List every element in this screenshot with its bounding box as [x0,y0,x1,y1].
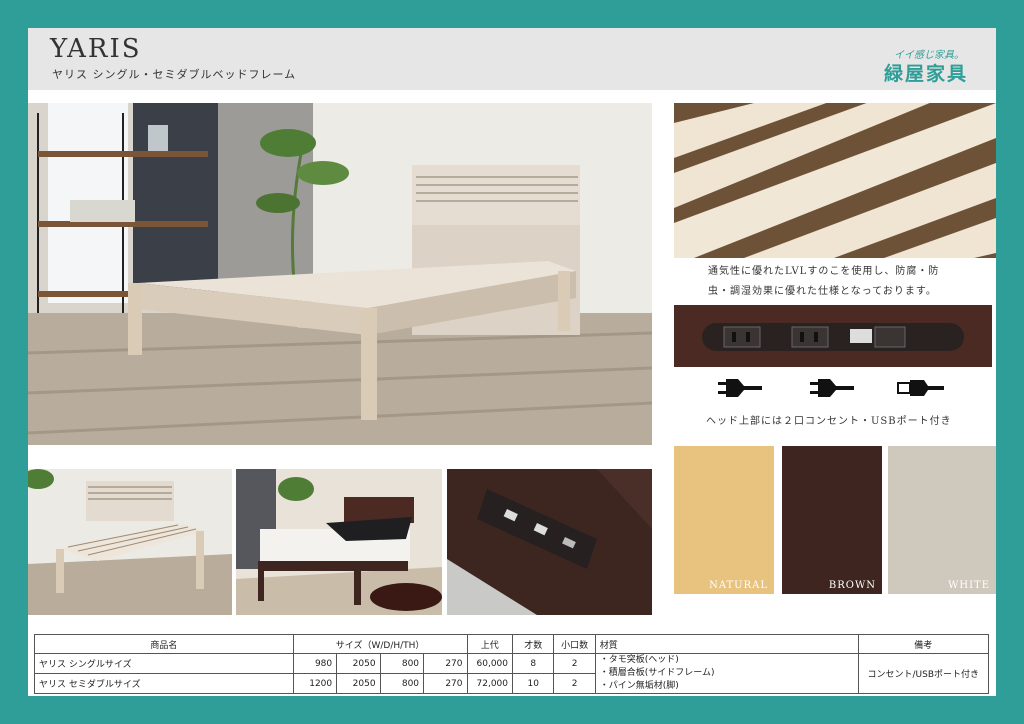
plug-icon [714,376,764,400]
row-width: 1200 [292,673,338,694]
table-row: ヤリス シングルサイズ 980 2050 800 270 60,000 8 2 … [34,653,990,694]
swatch-natural: NATURAL [674,446,774,594]
row-height: 800 [379,653,425,674]
header-price: 上代 [466,634,514,654]
table-header-row: 商品名 サイズ（W/D/H/TH） 上代 才数 小口数 材質 備考 [34,634,990,654]
brand-logo: 緑屋家具 [883,63,968,85]
outlet-photo [674,305,992,367]
material-line: ・積層合板(サイドフレーム) [599,668,715,678]
main-bed-photo [28,103,652,445]
row-volume: 10 [512,673,555,694]
header-note: 備考 [857,634,990,654]
product-subtitle: ヤリス シングル・セミダブルベッドフレーム [52,68,297,81]
row-price: 60,000 [466,653,514,674]
product-title: YARIS [50,34,142,64]
row-th: 270 [423,673,468,694]
row-th: 270 [423,653,468,674]
material-line: ・パイン無垢材(脚) [599,681,679,691]
row-pieces: 2 [553,673,596,694]
row-pieces: 2 [553,653,596,674]
header-name: 商品名 [34,634,294,654]
slats-caption-line: 通気性に優れたLVLすのこを使用し、防腐・防 [708,266,940,277]
header-volume: 才数 [512,634,555,654]
materials-cell: ・タモ突板(ヘッド) ・積層合板(サイドフレーム) ・パイン無垢材(脚) [594,653,859,694]
row-depth: 2050 [336,673,381,694]
catalog-sheet: YARIS ヤリス シングル・セミダブルベッドフレーム イイ感じ家具。 緑屋家具 [28,28,996,696]
row-price: 72,000 [466,673,514,694]
outlet-caption: ヘッド上部には２口コンセント・USBポート付き [706,416,952,427]
header-band: YARIS ヤリス シングル・セミダブルベッドフレーム イイ感じ家具。 緑屋家具 [28,28,996,90]
swatch-label: BROWN [828,580,876,591]
row-volume: 8 [512,653,555,674]
outlet-closeup-photo [447,469,652,615]
row-depth: 2050 [336,653,381,674]
white-bed-photo [28,469,232,615]
note-cell: コンセント/USBポート付き [857,653,990,694]
plug-icon [806,376,856,400]
row-height: 800 [379,673,425,694]
slats-caption: 通気性に優れたLVLすのこを使用し、防腐・防 虫・調湿効果に優れた仕様となってお… [708,262,939,302]
usb-icon [896,378,946,398]
row-name: ヤリス セミダブルサイズ [34,673,294,694]
slats-caption-line: 虫・調湿効果に優れた仕様となっております。 [708,286,937,297]
swatch-label: NATURAL [709,580,768,591]
row-name: ヤリス シングルサイズ [34,653,294,674]
swatch-white: WHITE [888,446,996,594]
swatch-label: WHITE [948,580,990,591]
header-size: サイズ（W/D/H/TH） [292,634,468,654]
row-width: 980 [292,653,338,674]
header-material: 材質 [594,634,859,654]
brown-bed-photo [236,469,442,615]
swatch-brown: BROWN [782,446,882,594]
material-line: ・タモ突板(ヘッド) [599,655,679,665]
header-pieces: 小口数 [553,634,596,654]
slats-photo [674,103,996,258]
spec-table: 商品名 サイズ（W/D/H/TH） 上代 才数 小口数 材質 備考 ヤリス シン… [34,634,990,694]
